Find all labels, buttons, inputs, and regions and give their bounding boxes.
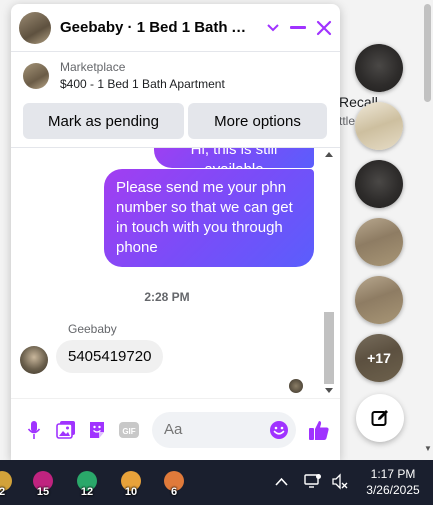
new-message-button[interactable] (356, 394, 404, 442)
scroll-up-arrow[interactable] (325, 152, 333, 157)
compose-icon (371, 410, 388, 426)
page-scrollbar[interactable]: ▼ (421, 0, 433, 460)
sender-name: Geebaby (68, 322, 117, 336)
taskbar-app-badge: 12 (80, 486, 94, 498)
windows-taskbar: 2 15 12 10 6 1:17 PM 3/26/2025 (0, 460, 433, 505)
taskbar-app[interactable]: 6 (158, 466, 190, 500)
microphone-icon[interactable] (23, 419, 45, 441)
outgoing-message[interactable]: Hi, this is still available (154, 148, 314, 178)
listing-thumbnail[interactable] (23, 62, 49, 89)
outgoing-message[interactable]: Please send me your phn number so that w… (104, 169, 314, 267)
chat-head[interactable] (355, 44, 403, 92)
listing-price-title[interactable]: $400 - 1 Bed 1 Bath Apartment (60, 77, 225, 91)
chat-window: Geebaby · 1 Bed 1 Bath Apartment Marketp… (11, 4, 340, 460)
chat-head[interactable] (355, 160, 403, 208)
chat-head[interactable] (355, 102, 403, 150)
marketplace-listing: Marketplace $400 - 1 Bed 1 Bath Apartmen… (11, 52, 340, 148)
gif-icon[interactable]: GIF (118, 419, 140, 441)
message-scrollbar[interactable] (322, 148, 336, 398)
message-scrollbar-thumb[interactable] (324, 312, 334, 384)
chevron-up-icon[interactable] (275, 477, 288, 486)
image-icon[interactable] (55, 419, 77, 441)
chat-head[interactable] (355, 218, 403, 266)
emoji-icon[interactable] (269, 420, 289, 440)
chat-header[interactable]: Geebaby · 1 Bed 1 Bath Apartment (11, 4, 340, 52)
chevron-down-icon[interactable] (266, 23, 280, 33)
seen-receipt-avatar (289, 379, 303, 393)
message-composer: GIF (11, 398, 340, 460)
background-partial-sublabel: ttle (339, 114, 356, 128)
taskbar-app-badge: 6 (170, 486, 178, 498)
page-scroll-down-arrow[interactable]: ▼ (424, 444, 432, 453)
taskbar-app-badge: 15 (36, 486, 50, 498)
message-timestamp: 2:28 PM (144, 290, 190, 304)
more-chats-count: +17 (355, 334, 403, 382)
taskbar-app-badge: 10 (124, 486, 138, 498)
chat-head[interactable] (355, 276, 403, 324)
network-icon[interactable] (304, 473, 322, 490)
clock-date: 3/26/2025 (366, 483, 420, 497)
volume-muted-icon[interactable] (331, 473, 349, 490)
more-options-button[interactable]: More options (188, 103, 327, 139)
avatar[interactable] (19, 11, 51, 44)
close-icon[interactable] (316, 20, 332, 36)
chat-title[interactable]: Geebaby · 1 Bed 1 Bath Apartment (60, 19, 254, 36)
system-clock[interactable]: 1:17 PM 3/26/2025 (354, 466, 432, 498)
sender-avatar[interactable] (20, 346, 48, 374)
chat-head-more[interactable]: +17 (355, 334, 403, 382)
taskbar-app[interactable]: 15 (27, 466, 59, 500)
thumbs-up-icon[interactable] (308, 419, 330, 441)
clock-time: 1:17 PM (370, 467, 416, 481)
mark-as-pending-button[interactable]: Mark as pending (23, 103, 184, 139)
sticker-icon[interactable] (86, 419, 108, 441)
minimize-icon[interactable] (290, 25, 306, 30)
taskbar-app[interactable]: 10 (115, 466, 147, 500)
listing-category: Marketplace (60, 60, 126, 74)
taskbar-app-badge: 2 (0, 486, 6, 498)
taskbar-app[interactable]: 12 (71, 466, 103, 500)
taskbar-app[interactable]: 2 (0, 466, 18, 500)
scroll-down-arrow[interactable] (325, 388, 333, 393)
page-scrollbar-thumb[interactable] (424, 4, 431, 102)
svg-text:GIF: GIF (122, 427, 135, 436)
message-list: Hi, this is still available Please send … (11, 148, 340, 398)
incoming-message[interactable]: 5405419720 (56, 340, 164, 373)
